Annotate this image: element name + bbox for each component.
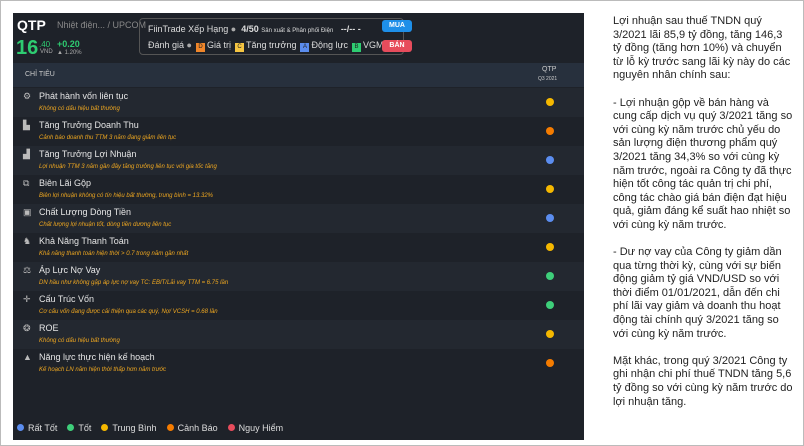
criterion-title: ROE <box>39 323 59 333</box>
legend-label: Rất Tốt <box>28 423 58 433</box>
criterion-title: Tăng Trưởng Doanh Thu <box>39 120 139 130</box>
criterion-icon: ▟ <box>23 149 30 159</box>
criterion-note: Lợi nhuận TTM 3 năm gần đây tăng trưởng … <box>39 164 217 170</box>
criterion-icon: ▣ <box>23 207 32 217</box>
table-row[interactable]: ▣ Chất Lượng Dòng Tiền Chất lượng lợi nhuậ… <box>13 204 584 233</box>
status-dot <box>546 156 554 164</box>
table-header: CHỈ TIÊU QTP Q3 2021 <box>13 63 584 87</box>
criterion-icon: ⧉ <box>23 178 30 188</box>
criterion-note: Khả năng thanh toán hiện thời > 0.7 tron… <box>39 251 189 257</box>
table-row[interactable]: ⧉ Biên Lãi Gộp Biên lợi nhuận không có tín… <box>13 175 584 204</box>
criterion-title: Khả Năng Thanh Toán <box>39 236 129 246</box>
criterion-note: Biên lợi nhuận không có tín hiệu bất thư… <box>39 193 214 199</box>
exchange-label: Nhiệt điện... / UPCOM <box>57 20 147 30</box>
sell-button[interactable]: BÁN <box>382 40 412 52</box>
price: 16 <box>16 37 39 59</box>
table-row[interactable]: ✛ Cấu Trúc Vốn Cơ cấu vốn đang được cải th… <box>13 291 584 320</box>
price-decimal: .40 <box>39 40 51 49</box>
table-row[interactable]: ♞ Khả Năng Thanh Toán Khả năng thanh toán … <box>13 233 584 262</box>
sector: Sản xuất & Phân phối Điện <box>261 28 334 34</box>
status-dot <box>546 214 554 222</box>
fiintrade-rank-box: FiinTrade Xếp Hạng ● 4/50 Sản xuất & Phâ… <box>139 18 404 55</box>
table-row[interactable]: ⚙ Phát hành vốn liên tục Không có dấu hiệu… <box>13 88 584 117</box>
status-dot <box>546 127 554 135</box>
rating-label[interactable]: VGM <box>363 40 384 50</box>
price-change-pct: ▲ 1.20% <box>57 50 82 56</box>
criterion-icon: ✛ <box>23 294 31 304</box>
table-row[interactable]: ⚖ Áp Lực Nợ Vay DN hầu như không gặp áp lự… <box>13 262 584 291</box>
stock-symbol[interactable]: QTP <box>17 17 46 33</box>
criterion-title: Năng lực thực hiện kế hoạch <box>39 352 155 362</box>
criterion-title: Chất Lượng Dòng Tiền <box>39 207 131 217</box>
criterion-title: Phát hành vốn liên tục <box>39 91 129 101</box>
commentary-text: Lợi nhuận sau thuế TNDN quý 3/2021 lãi 8… <box>613 15 793 408</box>
criterion-title: Tăng Trưởng Lợi Nhuận <box>39 149 137 159</box>
table-row[interactable]: ▙ Tăng Trưởng Doanh Thu Cảnh báo doanh thu… <box>13 117 584 146</box>
criterion-icon: ♞ <box>23 236 32 246</box>
rating-badge: D <box>195 43 205 52</box>
legend-label: Nguy Hiểm <box>238 423 284 433</box>
status-dot <box>546 330 554 338</box>
legend-dot <box>101 424 109 431</box>
table-row[interactable]: ▲ Năng lực thực hiện kế hoạch Kế hoạch LN … <box>13 349 584 378</box>
criterion-icon: ❂ <box>23 323 31 333</box>
criterion-note: Cảnh báo doanh thu TTM 3 năm đang giảm l… <box>39 135 177 141</box>
criterion-note: Cơ cấu vốn đang được cải thiện qua các q… <box>39 309 218 315</box>
legend-dot <box>227 424 235 431</box>
legend-dot <box>17 424 24 431</box>
criterion-title: Biên Lãi Gộp <box>39 178 92 188</box>
legend: Rất Tốt Tốt Trung Bình Cảnh Báo Nguy Hiểm <box>17 423 283 433</box>
status-dot <box>546 185 554 193</box>
rating-label[interactable]: Động lực <box>311 40 348 50</box>
criterion-note: Chất lượng lợi nhuận tốt, dòng tiền dươn… <box>39 222 172 228</box>
status-dot <box>546 359 554 367</box>
legend-label: Trung Bình <box>112 423 157 433</box>
info-icon: ● <box>230 24 237 34</box>
status-dot <box>546 301 554 309</box>
criterion-icon: ⚙ <box>23 91 32 101</box>
rating-badge: B <box>352 43 361 52</box>
col-period: Q3 2021 <box>538 76 558 82</box>
criterion-note: Không có dấu hiệu bất thường <box>39 106 120 112</box>
criterion-note: Không có dấu hiệu bất thường <box>39 338 120 344</box>
table-row[interactable]: ▟ Tăng Trưởng Lợi Nhuận Lợi nhuận TTM 3 nă… <box>13 146 584 175</box>
col-label: CHỈ TIÊU <box>25 71 55 78</box>
criterion-title: Cấu Trúc Vốn <box>39 294 95 304</box>
rank-value: 4/50 <box>241 24 259 34</box>
rating-label: Đánh giá <box>148 40 185 50</box>
legend-label: Cảnh Báo <box>177 423 218 433</box>
col-symbol: QTP <box>542 66 557 73</box>
rating-badge: C <box>235 43 244 52</box>
criterion-note: DN hầu như không gặp áp lực nợ vay TC: E… <box>39 280 229 286</box>
status-dot <box>546 243 554 251</box>
legend-dot <box>67 424 75 431</box>
rank-extra: --/-- - <box>340 24 361 34</box>
price-change: +0.20 <box>57 39 80 49</box>
rating-panel: QTP Nhiệt điện... / UPCOM 16 .40 VND +0.… <box>13 13 584 440</box>
legend-dot <box>166 424 174 431</box>
status-dot <box>546 98 554 106</box>
criterion-icon: ▙ <box>23 120 30 130</box>
rating-badge: A <box>300 43 310 52</box>
criterion-note: Kế hoạch LN năm hiện thời thấp hơn năm t… <box>39 367 167 373</box>
criterion-title: Áp Lực Nợ Vay <box>39 265 101 275</box>
table-row[interactable]: ❂ ROE Không có dấu hiệu bất thường <box>13 320 584 349</box>
status-dot <box>546 272 554 280</box>
criterion-icon: ▲ <box>23 352 32 362</box>
rating-label[interactable]: Giá trị <box>207 40 231 50</box>
rating-label[interactable]: Tăng trưởng <box>246 40 296 50</box>
criterion-icon: ⚖ <box>23 265 32 275</box>
legend-label: Tốt <box>78 423 92 433</box>
buy-button[interactable]: MUA <box>382 20 412 32</box>
info-icon: ● <box>186 40 192 50</box>
currency: VND <box>40 49 53 55</box>
rank-label: FiinTrade Xếp Hạng <box>148 24 229 34</box>
